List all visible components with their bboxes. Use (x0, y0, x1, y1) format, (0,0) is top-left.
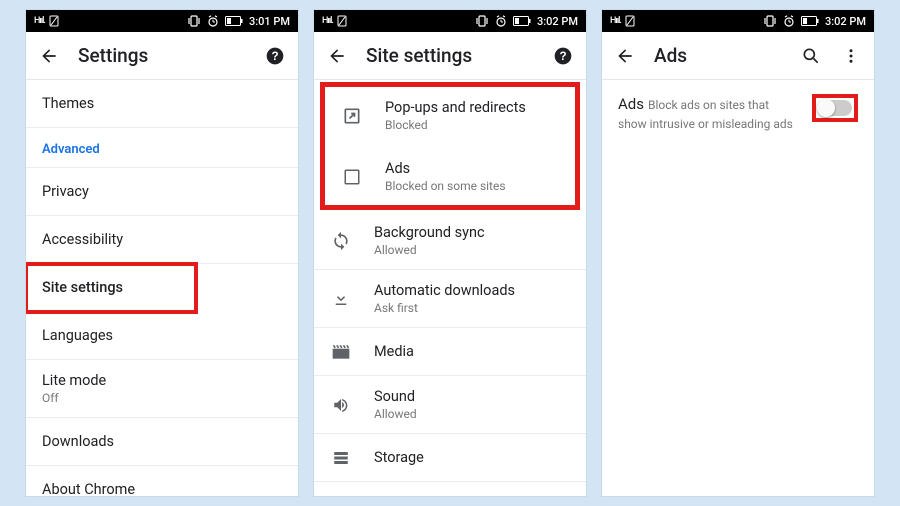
site-item-storage[interactable]: Storage (314, 434, 586, 482)
app-bar: Ads (602, 32, 874, 80)
site-item-media[interactable]: Media (314, 328, 586, 376)
phone-site-settings: H ııl. 3:02 PM Site settings ? Pop-ups a… (314, 10, 586, 496)
page-title: Settings (78, 44, 246, 67)
svg-text:?: ? (271, 50, 278, 63)
overflow-icon[interactable] (840, 47, 862, 65)
app-bar: Site settings ? (314, 32, 586, 80)
vibrate-icon (475, 15, 489, 27)
section-advanced: Advanced (26, 128, 298, 168)
ads-description: Block ads on sites that show intrusive o… (618, 98, 793, 131)
ads-toggle-row[interactable]: Ads Block ads on sites that show intrusi… (602, 80, 874, 146)
search-icon[interactable] (800, 46, 822, 66)
highlight-toggle (812, 94, 858, 122)
battery-icon (225, 16, 243, 26)
sync-icon (330, 231, 352, 251)
back-icon[interactable] (326, 46, 348, 66)
vibrate-icon (763, 15, 777, 27)
sound-icon (330, 396, 352, 414)
back-icon[interactable] (38, 46, 60, 66)
status-bar: H ııl. 3:01 PM (26, 10, 298, 32)
help-icon[interactable]: ? (264, 46, 286, 66)
settings-item-downloads[interactable]: Downloads (26, 418, 298, 466)
no-sim-icon (337, 15, 347, 27)
media-icon (330, 343, 352, 361)
page-title: Site settings (366, 44, 534, 67)
settings-item-site-settings[interactable]: Site settings (26, 264, 196, 312)
svg-text:?: ? (559, 50, 566, 63)
app-bar: Settings ? (26, 32, 298, 80)
site-item-background-sync[interactable]: Background syncAllowed (314, 212, 586, 270)
page-title: Ads (654, 44, 782, 67)
download-icon (330, 290, 352, 308)
alarm-icon (783, 15, 795, 27)
no-sim-icon (625, 15, 635, 27)
popup-icon (341, 106, 363, 126)
settings-item-accessibility[interactable]: Accessibility (26, 216, 298, 264)
highlight-popups-ads: Pop-ups and redirectsBlocked AdsBlocked … (320, 82, 580, 210)
back-icon[interactable] (614, 46, 636, 66)
ads-toggle[interactable] (818, 100, 852, 116)
status-bar: H ııl. 3:02 PM (602, 10, 874, 32)
settings-item-themes[interactable]: Themes (26, 80, 298, 128)
ads-icon (341, 168, 363, 186)
phone-ads: H ııl. 3:02 PM Ads Ads Block ads on site… (602, 10, 874, 496)
site-item-ads[interactable]: AdsBlocked on some sites (325, 144, 575, 205)
battery-icon (801, 16, 819, 26)
battery-icon (513, 16, 531, 26)
no-sim-icon (49, 15, 59, 27)
site-item-sound[interactable]: SoundAllowed (314, 376, 586, 434)
ads-label: Ads (618, 95, 644, 113)
alarm-icon (495, 15, 507, 27)
alarm-icon (207, 15, 219, 27)
storage-icon (330, 449, 352, 467)
clock-text: 3:02 PM (825, 15, 866, 28)
settings-item-lite-mode[interactable]: Lite modeOff (26, 360, 298, 418)
help-icon[interactable]: ? (552, 46, 574, 66)
site-item-popups[interactable]: Pop-ups and redirectsBlocked (325, 87, 575, 144)
status-bar: H ııl. 3:02 PM (314, 10, 586, 32)
site-item-automatic-downloads[interactable]: Automatic downloadsAsk first (314, 270, 586, 328)
clock-text: 3:02 PM (537, 15, 578, 28)
settings-item-privacy[interactable]: Privacy (26, 168, 298, 216)
signal-icon: H ııl. (610, 16, 621, 26)
settings-item-about-chrome[interactable]: About Chrome (26, 466, 298, 496)
clock-text: 3:01 PM (249, 15, 290, 28)
phone-settings: H ııl. 3:01 PM S (26, 10, 298, 496)
signal-icon: H ııl. (322, 16, 333, 26)
vibrate-icon (187, 15, 201, 27)
settings-item-languages[interactable]: Languages (26, 312, 298, 360)
signal-icon: H ııl. (34, 16, 45, 26)
